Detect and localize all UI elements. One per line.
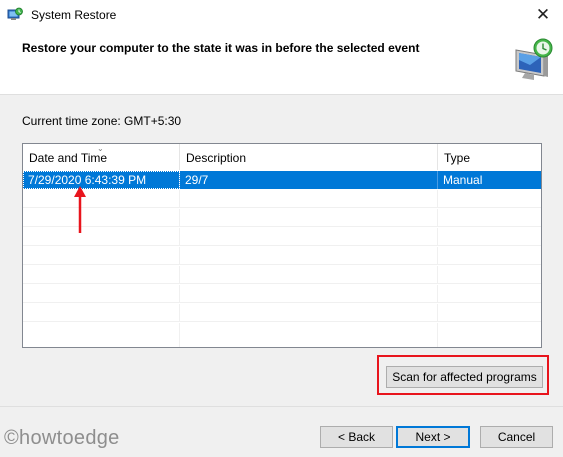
cell-type: Manual: [443, 173, 483, 187]
empty-row: [23, 323, 541, 347]
column-label: Type: [444, 151, 471, 165]
empty-row: [23, 190, 541, 208]
table-row[interactable]: 7/29/2020 6:43:39 PM 29/7 Manual: [23, 171, 541, 189]
empty-row: [23, 304, 541, 322]
cell-description: 29/7: [180, 171, 438, 189]
page-title: Restore your computer to the state it wa…: [22, 41, 420, 55]
next-button[interactable]: Next >: [396, 426, 470, 448]
column-label: Date and Time: [29, 151, 108, 165]
scan-affected-programs-button[interactable]: Scan for affected programs: [386, 366, 543, 388]
current-timezone-label: Current time zone: GMT+5:30: [22, 114, 182, 128]
column-label: Description: [186, 151, 247, 165]
sort-descending-icon: ⌄: [97, 144, 104, 153]
empty-row: [23, 285, 541, 303]
wizard-header: Restore your computer to the state it wa…: [0, 31, 563, 95]
system-restore-app-icon: [7, 7, 23, 20]
back-button[interactable]: < Back: [320, 426, 393, 448]
window-title: System Restore: [31, 8, 117, 22]
list-header: Date and Time ⌄ Description Type: [23, 144, 541, 170]
watermark: ©howtoedge: [4, 427, 120, 449]
close-icon[interactable]: ✕: [523, 0, 563, 31]
cell-date-time: 7/29/2020 6:43:39 PM: [23, 171, 180, 189]
column-date-and-time[interactable]: Date and Time ⌄: [23, 144, 180, 170]
annotation-arrow: [74, 186, 86, 233]
title-bar: System Restore ✕: [0, 0, 563, 31]
empty-row: [23, 228, 541, 246]
empty-row: [23, 209, 541, 227]
empty-row: [23, 266, 541, 284]
restore-points-list[interactable]: Date and Time ⌄ Description Type 7/29/20…: [22, 143, 542, 348]
footer-divider: [0, 406, 563, 407]
column-type[interactable]: Type: [438, 144, 541, 170]
column-description[interactable]: Description: [180, 144, 438, 170]
system-restore-monitor-icon: [515, 38, 553, 80]
empty-row: [23, 247, 541, 265]
cancel-button[interactable]: Cancel: [480, 426, 553, 448]
